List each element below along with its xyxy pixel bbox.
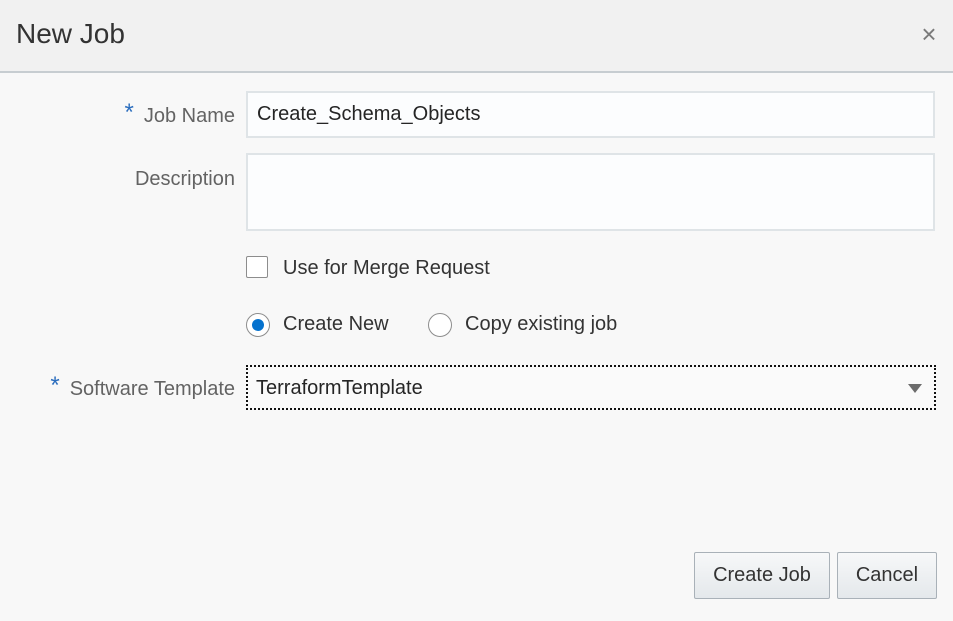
create-new-radio[interactable]	[246, 313, 270, 337]
merge-request-label: Use for Merge Request	[283, 257, 490, 279]
required-marker: *	[50, 372, 60, 399]
software-template-label: Software Template	[69, 378, 235, 400]
description-label: Description	[134, 168, 235, 190]
software-template-select[interactable]: TerraformTemplate	[246, 365, 936, 410]
create-job-button[interactable]: Create Job	[694, 552, 830, 599]
dialog-title: New Job	[16, 18, 125, 49]
job-name-input[interactable]	[246, 91, 935, 138]
description-textarea[interactable]	[246, 153, 935, 231]
software-template-label-row: * Software Template	[50, 372, 235, 402]
required-marker: *	[124, 99, 134, 126]
copy-existing-radio[interactable]	[428, 313, 452, 337]
job-name-label-row: * Job Name	[124, 99, 236, 129]
dropdown-arrow-icon[interactable]	[908, 384, 922, 393]
create-new-label: Create New	[283, 313, 389, 335]
merge-request-checkbox[interactable]	[246, 256, 268, 278]
new-job-dialog: New Job × * Job Name Description Use for …	[0, 0, 953, 621]
job-name-label: Job Name	[143, 105, 235, 127]
copy-existing-label: Copy existing job	[465, 313, 618, 335]
software-template-value: TerraformTemplate	[256, 377, 423, 399]
close-icon[interactable]: ×	[919, 21, 939, 47]
dialog-header: New Job ×	[0, 0, 953, 73]
cancel-button[interactable]: Cancel	[837, 552, 937, 599]
